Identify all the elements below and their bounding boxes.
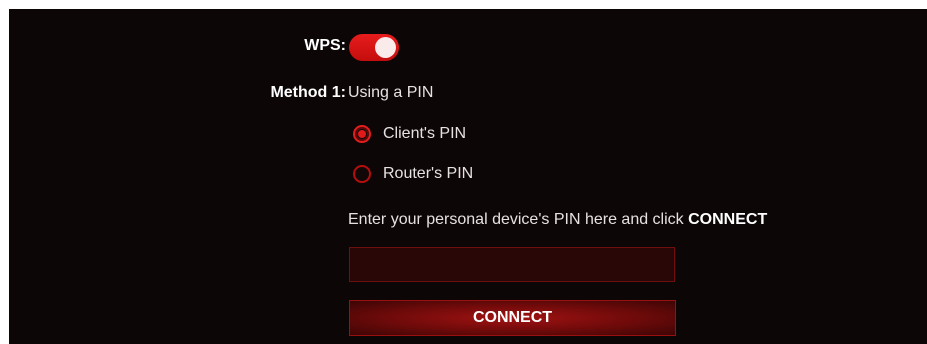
connect-button[interactable]: CONNECT (349, 300, 676, 336)
pin-hint-text: Enter your personal device's PIN here an… (348, 211, 689, 228)
wps-toggle[interactable] (349, 34, 399, 61)
radio-unchecked-icon[interactable] (353, 165, 371, 183)
radio-option-clients-pin[interactable]: Client's PIN (353, 125, 466, 143)
wps-panel: WPS: Method 1: Using a PIN Client's PIN … (9, 9, 927, 344)
radio-option-routers-pin[interactable]: Router's PIN (353, 165, 473, 183)
label-column: WPS: Method 1: (9, 9, 346, 344)
toggle-knob (375, 37, 396, 58)
pin-input[interactable] (349, 247, 675, 282)
radio-checked-icon[interactable] (353, 125, 371, 143)
method1-value: Using a PIN (348, 84, 434, 101)
pin-hint: Enter your personal device's PIN here an… (348, 211, 767, 229)
radio-label-routers-pin: Router's PIN (383, 165, 474, 182)
method1-label: Method 1: (270, 84, 346, 101)
pin-hint-emphasis: CONNECT (688, 211, 768, 228)
radio-label-clients-pin: Client's PIN (383, 125, 467, 142)
wps-label: WPS: (304, 37, 346, 54)
